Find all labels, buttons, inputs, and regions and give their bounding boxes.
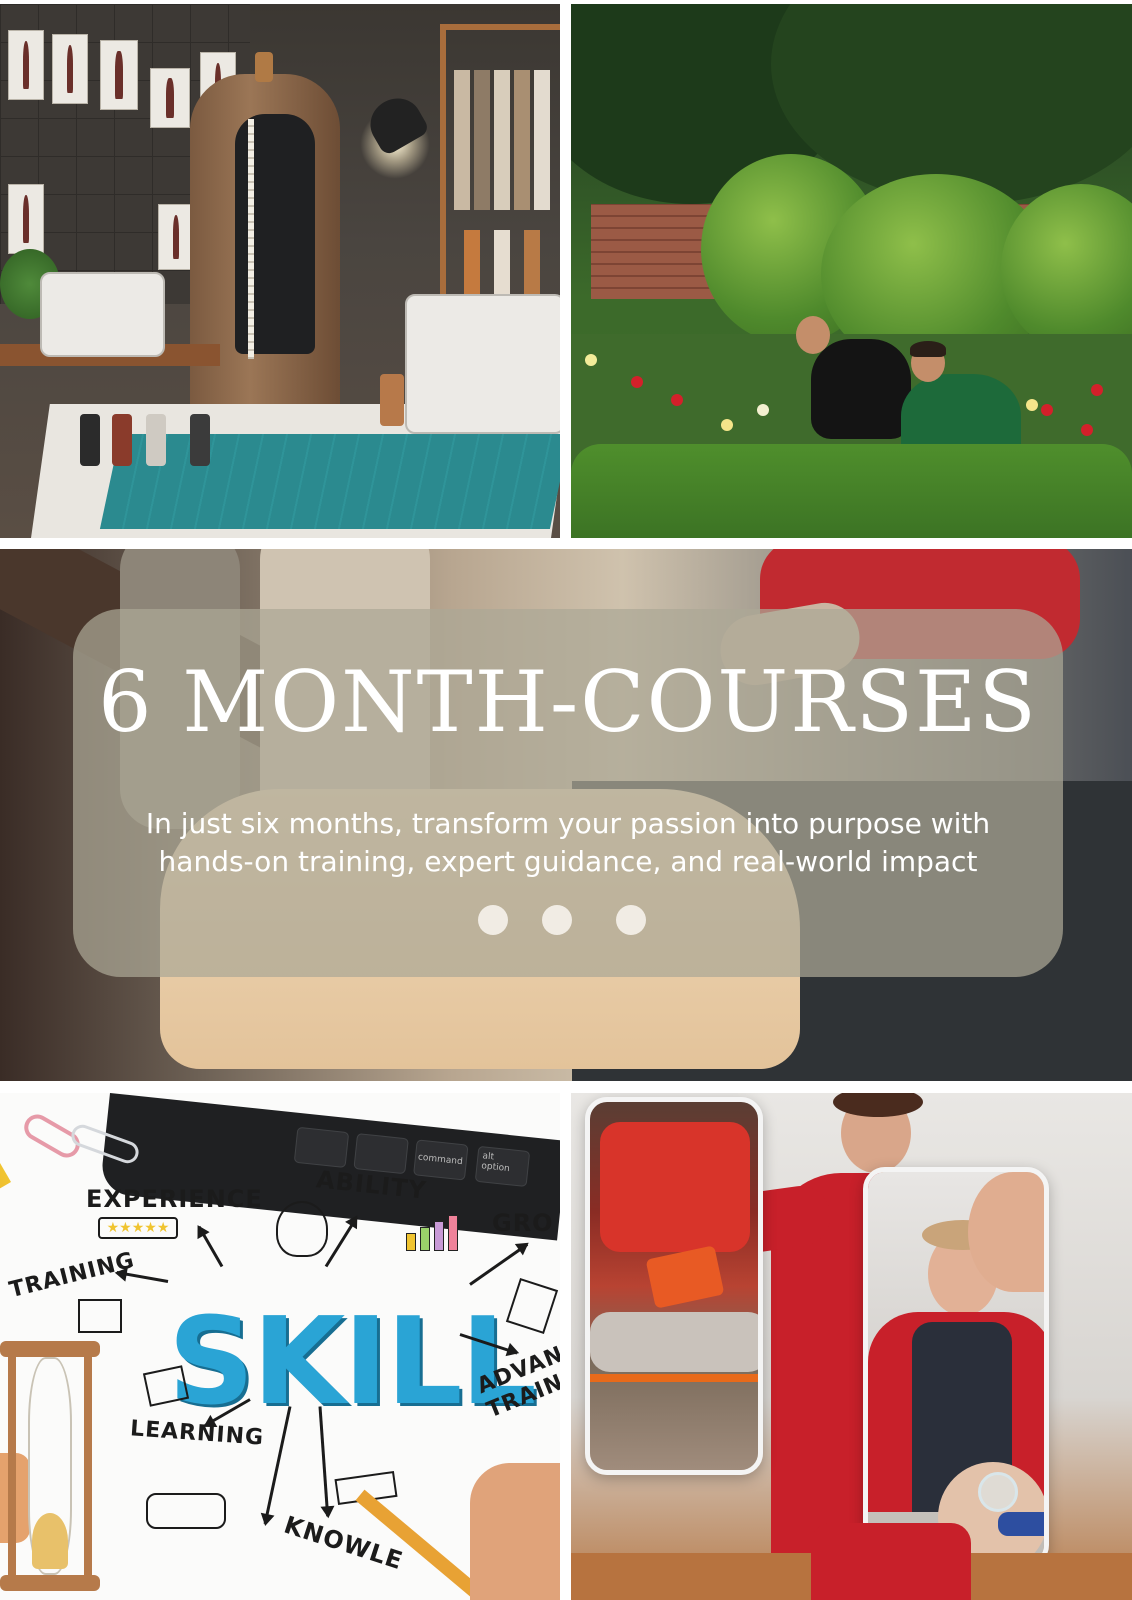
fashion-sketch (158, 204, 194, 270)
star-rating-icon: ★★★★★ (98, 1217, 178, 1239)
paramedic-uniform (600, 1122, 750, 1252)
thumbs-up-icon (146, 1493, 226, 1529)
thread-spool (380, 374, 404, 426)
fashion-sketch (100, 40, 138, 110)
hand (470, 1463, 560, 1600)
skill-doodle-photo: command alt option EXPERIENCE ★★★★★ ABIL… (0, 1093, 560, 1600)
carousel-dot[interactable] (542, 905, 572, 935)
carousel-dots (478, 899, 658, 939)
cutting-mat (99, 434, 560, 529)
doodle-word-growth: GRO (492, 1209, 554, 1237)
sewing-studio-photo (0, 4, 560, 538)
carousel-dot[interactable] (616, 905, 646, 935)
gloved-hand (998, 1512, 1044, 1536)
page-title: 6 MONTH-COURSES (98, 653, 1038, 751)
thread-spool (146, 414, 166, 466)
bar-chart-icon (404, 1211, 484, 1251)
keyboard-key: command (413, 1139, 469, 1181)
carousel-dot[interactable] (478, 905, 508, 935)
stretcher (590, 1374, 758, 1382)
fashion-sketch (52, 34, 88, 104)
paramedic-face (968, 1172, 1044, 1292)
boxwood-hedge (571, 444, 1132, 538)
skill-word: SKILL (168, 1293, 537, 1432)
paramedics-photo (571, 1093, 1132, 1600)
gardener (811, 339, 911, 439)
subtitle-line: In just six months, transform your passi… (145, 807, 991, 840)
head-icon (276, 1201, 328, 1257)
course-banner: 6 MONTH-COURSES In just six months, tran… (73, 609, 1063, 977)
doodle-word-experience: EXPERIENCE (86, 1185, 263, 1213)
phone-frame (585, 1097, 763, 1475)
sewing-machine (405, 294, 560, 434)
thread-spool (80, 414, 100, 466)
phone-frame (863, 1167, 1049, 1567)
cpr-training-banner: 6 MONTH-COURSES In just six months, tran… (0, 549, 1132, 1081)
subtitle-line: hands-on training, expert guidance, and … (158, 845, 978, 878)
fashion-sketch (150, 68, 190, 128)
keyboard-key: alt option (474, 1145, 531, 1188)
thread-spool (190, 414, 210, 466)
banner-subtitle: In just six months, transform your passi… (113, 805, 1023, 881)
presentation-icon (78, 1299, 122, 1333)
fashion-sketch (8, 184, 44, 254)
hourglass-icon (0, 1341, 100, 1591)
thread-spool (112, 414, 132, 466)
dress-form (235, 114, 315, 354)
patient (590, 1312, 758, 1372)
gardeners-roses-photo (571, 4, 1132, 538)
measuring-tape (248, 119, 254, 359)
oxygen-mask (978, 1472, 1018, 1512)
sewing-machine (40, 272, 165, 357)
fashion-sketch (8, 30, 44, 100)
